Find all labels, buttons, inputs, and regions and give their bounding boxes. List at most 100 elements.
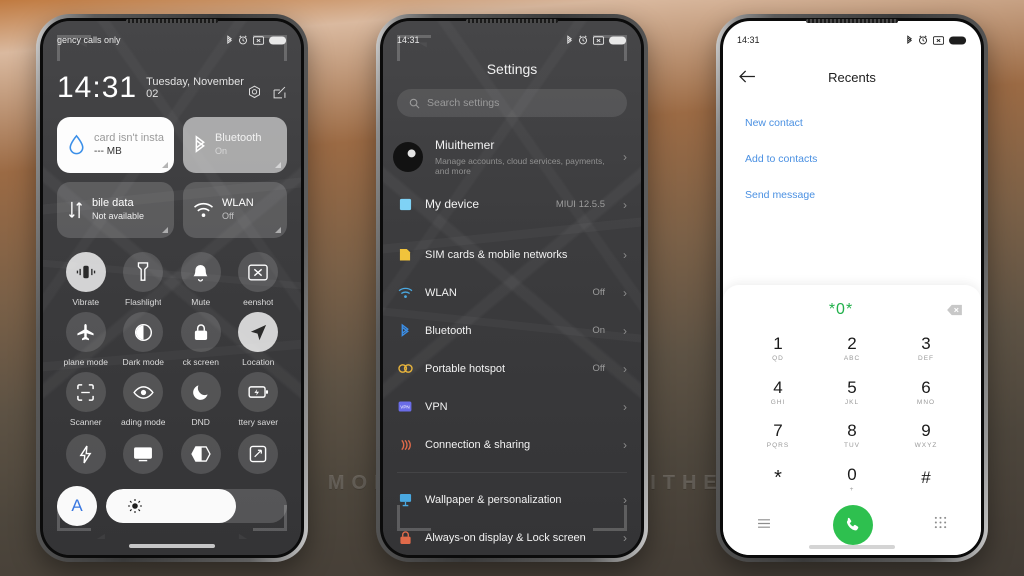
- row-label: Wallpaper & personalization: [425, 493, 562, 506]
- dialpad-key-7[interactable]: 7 PQRS: [741, 414, 815, 458]
- toggle-lightning[interactable]: [57, 434, 115, 474]
- dialpad-key-hash[interactable]: #: [889, 458, 963, 502]
- battery-saver-icon: [238, 372, 279, 412]
- key-digit: 1: [773, 334, 783, 354]
- settings-row-wallpaper[interactable]: Wallpaper & personalization ›: [383, 481, 641, 519]
- dialpad-key-6[interactable]: 6 MNO: [889, 371, 963, 415]
- tile-text: bile data Not available: [92, 197, 144, 222]
- phone-control-center: gency calls only 14:31 Tuesday, November…: [36, 14, 308, 562]
- row-label: VPN: [425, 400, 448, 413]
- toggle-rotate[interactable]: [230, 434, 288, 474]
- dialpad-key-8[interactable]: 8 TUV: [815, 414, 889, 458]
- dialpad-key-1[interactable]: 1 QD: [741, 327, 815, 371]
- page-title: Settings: [486, 61, 538, 77]
- dialpad-key-9[interactable]: 9 WXYZ: [889, 414, 963, 458]
- key-sub: DEF: [918, 355, 934, 363]
- action-send-message[interactable]: Send message: [745, 189, 959, 201]
- dialpad-key-4[interactable]: 4 GHI: [741, 371, 815, 415]
- tile-bluetooth[interactable]: Bluetooth On: [182, 117, 287, 173]
- chevron-right-icon: ›: [623, 437, 627, 452]
- cast-icon: [123, 434, 164, 474]
- row-label: WLAN: [425, 286, 457, 299]
- backspace-icon[interactable]: [941, 304, 963, 316]
- quick-toggles: Vibrate Flashlight Mute eenshot plane mo…: [57, 252, 287, 427]
- settings-group-personalization: Wallpaper & personalization › Always-on …: [383, 481, 641, 555]
- toggle-reading-mode[interactable]: ading mode: [115, 372, 173, 427]
- status-icons: [566, 34, 627, 46]
- toggle-mute[interactable]: Mute: [172, 252, 230, 307]
- search-placeholder: Search settings: [427, 97, 500, 109]
- bluetooth-icon: [397, 323, 413, 339]
- contact-actions: New contact Add to contacts Send message: [723, 103, 981, 201]
- dialpad: *0* 1 QD 2 ABC 3 DEF 4 GHI 5 JKL 6 MNO 7…: [723, 285, 981, 555]
- menu-icon[interactable]: [757, 516, 771, 534]
- settings-divider: [397, 471, 627, 473]
- row-label: Connection & sharing: [425, 438, 531, 451]
- tile-sub: Off: [221, 211, 234, 222]
- status-bar: gency calls only: [43, 21, 301, 51]
- keypad-icon[interactable]: [934, 516, 947, 534]
- toggle-screenshot[interactable]: eenshot: [230, 252, 288, 307]
- toggle-lock-screen[interactable]: ck screen: [172, 312, 230, 367]
- tile-wlan[interactable]: WLAN Off: [182, 182, 287, 238]
- screenshot-icon: [238, 252, 279, 292]
- tile-mobile-storage[interactable]: card isn't insta --- MB: [57, 117, 174, 173]
- navigation-pill[interactable]: [129, 544, 215, 548]
- screenshot-icon: [593, 35, 604, 45]
- dialpad-key-3[interactable]: 3 DEF: [889, 327, 963, 371]
- settings-row-portable-hotspot[interactable]: Portable hotspot Off ›: [383, 350, 641, 388]
- row-value: On: [592, 325, 605, 337]
- toggle-battery-saver[interactable]: ttery saver: [230, 372, 288, 427]
- settings-row-my-device[interactable]: My device MIUI 12.5.5 ›: [383, 186, 641, 224]
- settings-row-account[interactable]: Miuithemer Manage accounts, cloud servic…: [383, 129, 641, 186]
- settings-row-connection-sharing[interactable]: Connection & sharing ›: [383, 426, 641, 464]
- toggle-scanner[interactable]: Scanner: [57, 372, 115, 427]
- settings-row-always-on-display[interactable]: Always-on display & Lock screen ›: [383, 519, 641, 555]
- tile-text: card isn't insta --- MB: [94, 132, 164, 159]
- settings-row-bluetooth[interactable]: Bluetooth On ›: [383, 312, 641, 350]
- toggle-theme[interactable]: [172, 434, 230, 474]
- dialpad-key-0[interactable]: 0 +: [815, 458, 889, 502]
- earpiece-speaker: [806, 19, 898, 23]
- vpn-icon: VPN: [397, 399, 413, 415]
- navigation-pill[interactable]: [809, 545, 895, 549]
- tile-sub: --- MB: [94, 146, 122, 158]
- toggle-label: plane mode: [63, 357, 108, 367]
- search-settings-input[interactable]: Search settings: [397, 89, 627, 117]
- action-new-contact[interactable]: New contact: [745, 117, 959, 129]
- earpiece-speaker: [126, 19, 218, 23]
- brightness-slider[interactable]: [106, 489, 287, 523]
- chevron-right-icon: ›: [623, 530, 627, 545]
- airplane-icon: [65, 312, 106, 352]
- action-add-to-contacts[interactable]: Add to contacts: [745, 153, 959, 165]
- toggle-dnd[interactable]: DND: [172, 372, 230, 427]
- mobile-data-icon: [68, 201, 83, 219]
- call-button[interactable]: [832, 505, 873, 545]
- dialed-number[interactable]: *0*: [741, 301, 941, 319]
- dialpad-key-5[interactable]: 5 JKL: [815, 371, 889, 415]
- settings-row-sim-cards[interactable]: SIM cards & mobile networks ›: [383, 236, 641, 274]
- tile-title: bile data: [92, 197, 134, 210]
- toggle-vibrate[interactable]: Vibrate: [57, 252, 115, 307]
- toggle-location[interactable]: Location: [230, 312, 288, 367]
- auto-brightness-button[interactable]: A: [57, 486, 97, 526]
- toggle-airplane-mode[interactable]: plane mode: [57, 312, 115, 367]
- water-drop-icon: [69, 134, 84, 155]
- settings-row-wlan[interactable]: WLAN Off ›: [383, 274, 641, 312]
- dialpad-key-2[interactable]: 2 ABC: [815, 327, 889, 371]
- settings-gear-icon[interactable]: [247, 85, 262, 100]
- tile-mobile-data[interactable]: bile data Not available: [57, 182, 174, 238]
- toggle-label: ttery saver: [238, 417, 279, 427]
- toggle-label: Location: [242, 357, 275, 367]
- settings-row-vpn[interactable]: VPN VPN ›: [383, 388, 641, 426]
- toggle-cast[interactable]: [115, 434, 173, 474]
- dialpad-key-star[interactable]: *: [741, 458, 815, 502]
- alarm-icon: [239, 35, 247, 45]
- toggle-flashlight[interactable]: Flashlight: [115, 252, 173, 307]
- toggle-dark-mode[interactable]: Dark mode: [115, 312, 173, 367]
- status-time: 14:31: [737, 35, 760, 45]
- key-sub: WXYZ: [914, 442, 938, 450]
- key-digit: *: [774, 466, 782, 489]
- edit-icon[interactable]: [272, 85, 287, 100]
